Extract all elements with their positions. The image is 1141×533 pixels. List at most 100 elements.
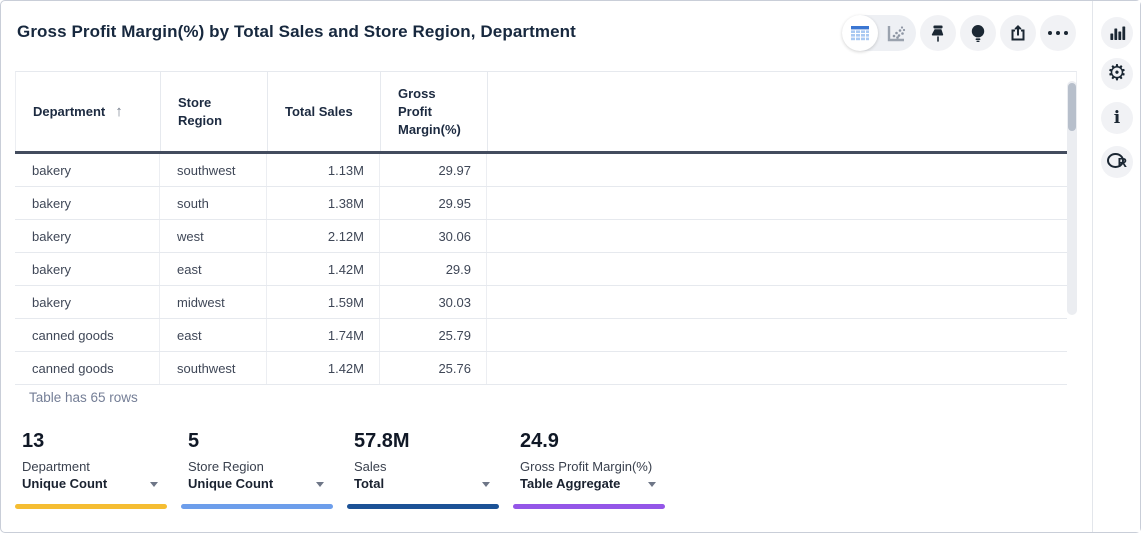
card-field-label: Department	[22, 459, 90, 474]
summary-cards: 13 Department Unique Count 5 Store Regio…	[15, 430, 665, 510]
cell-department: bakery	[15, 187, 160, 219]
table-row[interactable]: canned goods east 1.74M 25.79	[15, 319, 1067, 352]
card-accent-bar	[513, 504, 665, 509]
r-logo-icon: R	[1107, 152, 1127, 172]
cell-total-sales: 1.74M	[267, 319, 380, 351]
cell-gross-profit-margin: 30.06	[380, 220, 487, 252]
card-value: 57.8M	[354, 430, 410, 453]
toolbar	[842, 15, 1076, 51]
summary-card-department: 13 Department Unique Count	[15, 430, 167, 510]
pushpin-icon	[930, 24, 946, 43]
analytics-button[interactable]	[1101, 17, 1133, 49]
summary-card-gross-profit-margin: 24.9 Gross Profit Margin(%) Table Aggreg…	[513, 430, 665, 510]
column-header-department[interactable]: Department	[16, 72, 161, 151]
cell-store-region: southwest	[160, 154, 267, 186]
insights-button[interactable]	[960, 15, 996, 51]
card-aggregate-label: Total	[354, 476, 384, 491]
row-filler	[487, 352, 1067, 384]
cell-gross-profit-margin: 29.97	[380, 154, 487, 186]
gear-icon: ⚙	[1107, 63, 1127, 85]
values-table: Department Store Region Total Sales Gros…	[15, 71, 1077, 385]
cell-store-region: south	[160, 187, 267, 219]
row-filler	[487, 187, 1067, 219]
table-row-count: Table has 65 rows	[29, 390, 138, 405]
cell-store-region: west	[160, 220, 267, 252]
share-button[interactable]	[1000, 15, 1036, 51]
column-header-total-sales[interactable]: Total Sales	[268, 72, 381, 151]
cell-gross-profit-margin: 25.76	[380, 352, 487, 384]
row-filler	[487, 319, 1067, 351]
cell-total-sales: 2.12M	[267, 220, 380, 252]
cell-gross-profit-margin: 29.95	[380, 187, 487, 219]
r-analytics-button[interactable]: R	[1101, 146, 1133, 178]
row-filler	[487, 253, 1067, 285]
cell-store-region: midwest	[160, 286, 267, 318]
cell-total-sales: 1.38M	[267, 187, 380, 219]
row-filler	[487, 220, 1067, 252]
table-row[interactable]: bakery south 1.38M 29.95	[15, 187, 1067, 220]
right-sidebar: ⚙ i R	[1092, 1, 1140, 532]
table-header-row: Department Store Region Total Sales Gros…	[15, 71, 1077, 151]
cell-gross-profit-margin: 25.79	[380, 319, 487, 351]
cell-department: bakery	[15, 154, 160, 186]
scrollbar-thumb[interactable]	[1068, 83, 1076, 131]
aggregate-dropdown-caret[interactable]	[150, 482, 158, 487]
cell-total-sales: 1.13M	[267, 154, 380, 186]
share-icon	[1009, 24, 1027, 42]
cell-department: bakery	[15, 253, 160, 285]
scatter-chart-icon	[886, 24, 906, 43]
header-filler	[488, 72, 1076, 151]
cell-store-region: east	[160, 253, 267, 285]
row-filler	[487, 154, 1067, 186]
table-row[interactable]: bakery west 2.12M 30.06	[15, 220, 1067, 253]
info-icon: i	[1114, 108, 1120, 128]
card-value: 24.9	[520, 430, 559, 453]
row-filler	[487, 286, 1067, 318]
card-value: 13	[22, 430, 44, 453]
table-row[interactable]: bakery southwest 1.13M 29.97	[15, 154, 1067, 187]
table-row[interactable]: bakery east 1.42M 29.9	[15, 253, 1067, 286]
cell-gross-profit-margin: 29.9	[380, 253, 487, 285]
card-accent-bar	[181, 504, 333, 509]
column-header-store-region[interactable]: Store Region	[161, 72, 268, 151]
chart-view-button[interactable]	[878, 15, 914, 51]
info-button[interactable]: i	[1101, 102, 1133, 134]
aggregate-dropdown-caret[interactable]	[482, 482, 490, 487]
page-title: Gross Profit Margin(%) by Total Sales an…	[17, 22, 576, 42]
cell-department: canned goods	[15, 352, 160, 384]
aggregate-dropdown-caret[interactable]	[316, 482, 324, 487]
summary-card-sales: 57.8M Sales Total	[347, 430, 499, 510]
cell-department: bakery	[15, 220, 160, 252]
view-toggle	[842, 15, 916, 51]
table-row[interactable]: canned goods southwest 1.42M 25.76	[15, 352, 1067, 385]
ellipsis-icon	[1048, 31, 1068, 35]
cell-gross-profit-margin: 30.03	[380, 286, 487, 318]
table-icon	[850, 25, 870, 42]
card-value: 5	[188, 430, 199, 453]
more-actions-button[interactable]	[1040, 15, 1076, 51]
widget-panel: Gross Profit Margin(%) by Total Sales an…	[0, 0, 1141, 533]
aggregate-dropdown-caret[interactable]	[648, 482, 656, 487]
table-view-button[interactable]	[842, 15, 878, 51]
card-accent-bar	[15, 504, 167, 509]
cell-total-sales: 1.42M	[267, 352, 380, 384]
table-row[interactable]: bakery midwest 1.59M 30.03	[15, 286, 1067, 319]
card-accent-bar	[347, 504, 499, 509]
table-scrollbar[interactable]	[1067, 81, 1077, 315]
cell-department: bakery	[15, 286, 160, 318]
column-label: Total Sales	[285, 103, 353, 121]
pin-button[interactable]	[920, 15, 956, 51]
table-body: bakery southwest 1.13M 29.97 bakery sout…	[15, 154, 1067, 385]
cell-total-sales: 1.59M	[267, 286, 380, 318]
column-label: Department	[33, 103, 105, 121]
column-header-gross-profit-margin[interactable]: Gross Profit Margin(%)	[381, 72, 488, 151]
card-aggregate-label: Unique Count	[22, 476, 107, 491]
cell-store-region: southwest	[160, 352, 267, 384]
sort-ascending-icon	[115, 103, 123, 121]
settings-button[interactable]: ⚙	[1101, 58, 1133, 90]
card-field-label: Gross Profit Margin(%)	[520, 459, 652, 474]
card-aggregate-label: Table Aggregate	[520, 476, 620, 491]
bar-chart-icon	[1108, 24, 1126, 42]
column-label: Store Region	[178, 94, 230, 130]
card-field-label: Store Region	[188, 459, 264, 474]
